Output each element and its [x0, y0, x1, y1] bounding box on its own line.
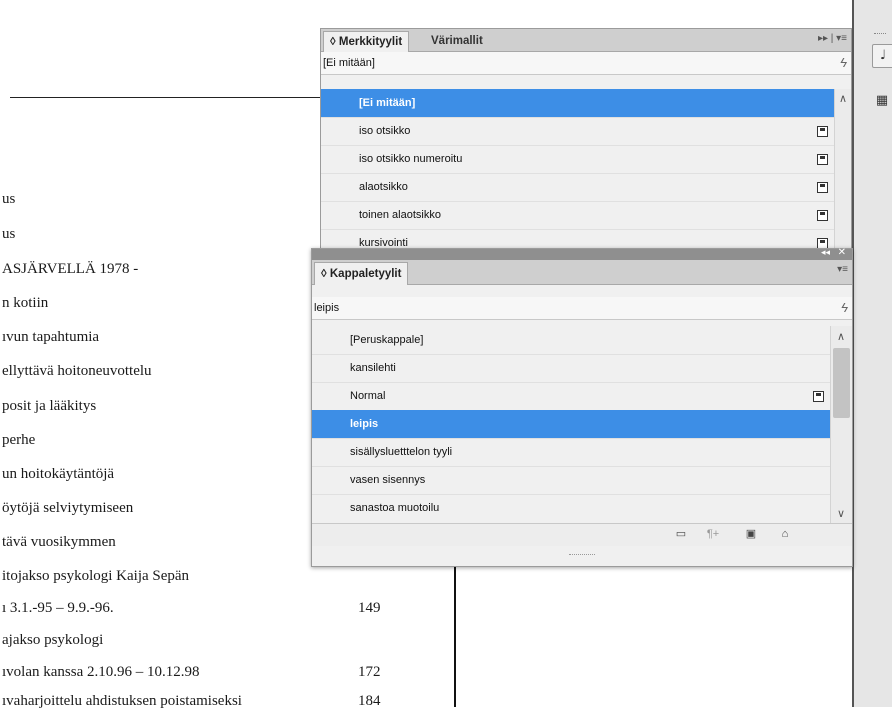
paragraph-panel-menu-icon[interactable]: ▾≡ — [837, 264, 848, 275]
character-styles-list: [Ei mitään] iso otsikko iso otsikko numero… — [321, 89, 834, 251]
style-name: iso otsikko — [359, 125, 411, 137]
character-styles-scrollbar[interactable]: ∧ — [834, 89, 851, 251]
style-name: iso otsikko numeroitu — [359, 153, 463, 165]
panel-resize-area[interactable] — [312, 546, 852, 566]
saved-style-icon — [817, 210, 828, 221]
character-styles-tabbar: ◊ Merkkityylit Värimallit ▸▸ | ▾≡ — [321, 29, 851, 52]
toc-entry: ASJÄRVELLÄ 1978 - — [2, 261, 139, 277]
close-icon[interactable]: ✕ — [838, 247, 846, 258]
paragraph-lightning-icon[interactable]: ϟ — [841, 297, 848, 319]
resize-grip[interactable] — [569, 554, 595, 557]
style-name: leipis — [350, 418, 379, 430]
list-item[interactable]: toinen alaotsikko — [321, 201, 834, 230]
list-item[interactable]: kansilehti — [312, 354, 830, 383]
para-scroll-up-icon[interactable]: ∧ — [837, 330, 845, 343]
strip-grip[interactable] — [874, 33, 886, 36]
toc-entry: us — [2, 226, 16, 242]
toc-page-number: 184 — [358, 693, 381, 709]
current-character-style: [Ei mitään] — [323, 57, 375, 69]
tab-character-styles[interactable]: ◊ Merkkityylit — [323, 31, 410, 52]
lightning-icon[interactable]: ϟ — [840, 52, 847, 74]
para-scroll-down-icon[interactable]: ∨ — [837, 507, 845, 520]
style-name: [Peruskappale] — [350, 334, 424, 346]
character-styles-panel: ◊ Merkkityylit Värimallit ▸▸ | ▾≡ [Ei mi… — [320, 28, 852, 252]
table-icon[interactable]: ▦ — [872, 90, 892, 112]
list-item[interactable]: sisällysluetttelon tyyli — [312, 438, 830, 467]
style-name: Normal — [350, 390, 386, 402]
toc-entry: tävä vuosikymmen — [2, 534, 116, 550]
toc-entry: itojakso psykologi Kaija Sepän — [2, 568, 190, 584]
list-item[interactable]: [Ei mitään] — [321, 89, 834, 118]
style-name: sanastoa muotoilu — [350, 502, 440, 511]
toc-entry: us — [2, 191, 16, 207]
list-item[interactable]: alaotsikko — [321, 173, 834, 202]
saved-style-icon — [817, 182, 828, 193]
right-tool-strip: ♩ ▦ — [852, 0, 892, 707]
style-name: vasen sisennys — [350, 474, 426, 486]
trash-icon[interactable]: ⌂ — [778, 528, 792, 540]
type-tool-icon[interactable]: ♩ — [872, 44, 892, 68]
folder-icon[interactable]: ▭ — [674, 528, 688, 540]
paragraph-styles-panel: ◂◂ ✕ ◊ Kappaletyylit ▾≡ leipis ϟ [Perusk… — [311, 247, 853, 567]
character-style-current: [Ei mitään] ϟ — [321, 52, 851, 75]
toc-entry: perhe — [2, 432, 36, 448]
panel-menu-icon[interactable]: ▸▸ | ▾≡ — [818, 33, 847, 44]
list-item[interactable]: sanastoa muotoilu — [312, 494, 830, 511]
new-style-icon[interactable]: ▣ — [744, 528, 758, 540]
toc-entry: posit ja lääkitys — [2, 398, 97, 414]
toc-entry: un hoitokäytäntöjä — [2, 466, 115, 482]
style-name: [Ei mitään] — [359, 97, 416, 109]
saved-style-icon — [817, 154, 828, 165]
list-item[interactable]: iso otsikko — [321, 117, 834, 146]
toc-entry: ajakso psykologi — [2, 632, 104, 648]
toc-entry: ıvun tapahtumia — [2, 329, 100, 345]
paragraph-styles-scrollbar[interactable]: ∧ ∨ — [830, 326, 852, 525]
style-name: alaotsikko — [359, 181, 408, 193]
scroll-up-icon[interactable]: ∧ — [839, 92, 847, 105]
document-column-line — [454, 560, 456, 707]
collapse-icon[interactable]: ◂◂ — [821, 247, 830, 258]
style-name: sisällysluetttelon tyyli — [350, 446, 453, 458]
paragraph-style-current: leipis ϟ — [312, 297, 852, 320]
toc-page-number: 149 — [358, 600, 381, 616]
toc-page-number: 172 — [358, 664, 381, 680]
toc-entry: ıvolan kanssa 2.10.96 – 10.12.98 — [2, 664, 200, 680]
list-item[interactable]: vasen sisennys — [312, 466, 830, 495]
document-rule — [10, 97, 328, 98]
toc-entry: öytöjä selviytymiseen — [2, 500, 134, 516]
toc-entry: ı 3.1.-95 – 9.9.-96. — [2, 600, 114, 616]
tab-paragraph-styles[interactable]: ◊ Kappaletyylit — [314, 262, 409, 285]
paragraph-panel-footer: ▭ ¶+ ▣ ⌂ — [312, 523, 852, 546]
toc-entry: ıvaharjoittelu ahdistuksen poistamiseksi — [2, 693, 242, 709]
style-name: kansilehti — [350, 362, 396, 374]
current-paragraph-style: leipis — [314, 302, 340, 314]
toc-entry: ellyttävä hoitoneuvottelu — [2, 363, 152, 379]
list-item[interactable]: iso otsikko numeroitu — [321, 145, 834, 174]
list-item[interactable]: [Peruskappale] — [312, 326, 830, 355]
saved-style-icon — [817, 126, 828, 137]
panel-drag-bar[interactable]: ◂◂ ✕ — [312, 247, 852, 260]
paragraph-styles-tabbar: ◊ Kappaletyylit ▾≡ — [312, 260, 852, 285]
clear-overrides-icon[interactable]: ¶+ — [706, 528, 720, 540]
list-item[interactable]: Normal — [312, 382, 830, 411]
paragraph-styles-list: [Peruskappale] kansilehti Normal leipis sisä… — [312, 326, 830, 511]
tab-swatches[interactable]: Värimallit — [425, 31, 489, 51]
toc-entry: n kotiin — [2, 295, 49, 311]
style-name: toinen alaotsikko — [359, 209, 441, 221]
saved-style-icon — [813, 391, 824, 402]
para-scroll-thumb[interactable] — [833, 348, 850, 418]
list-item[interactable]: leipis — [312, 410, 830, 439]
